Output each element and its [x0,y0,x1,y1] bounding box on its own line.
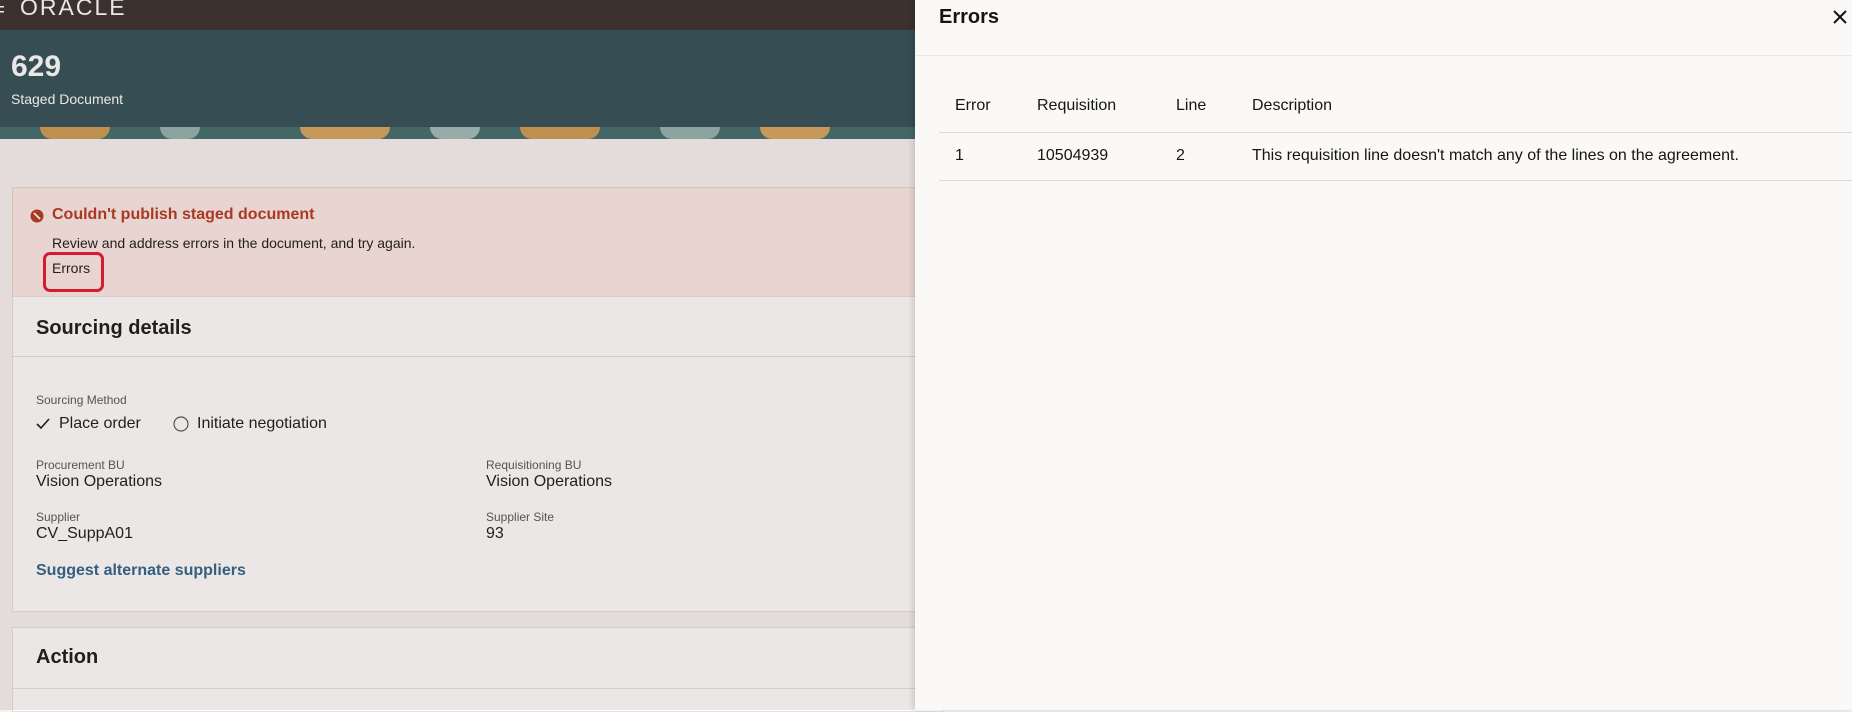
column-header-requisition: Requisition [1037,97,1117,114]
errors-table-header: Error Requisition Line Description [939,84,1852,133]
cell-requisition: 10504939 [1037,147,1109,164]
column-header-error: Error [955,97,991,114]
drawer-divider [915,55,1852,56]
drawer-title: Errors [939,6,1000,28]
column-header-description: Description [1252,97,1333,114]
modal-overlay[interactable] [0,0,915,710]
cell-error: 1 [955,147,964,164]
column-header-line: Line [1176,97,1207,114]
cell-description: This requisition line doesn't match any … [1252,147,1739,164]
cell-line: 2 [1176,147,1185,164]
close-icon[interactable] [1830,7,1850,27]
errors-drawer: Errors Error Requisition Line Descriptio… [915,0,1852,710]
table-row[interactable]: 1 10504939 2 This requisition line doesn… [939,133,1852,181]
